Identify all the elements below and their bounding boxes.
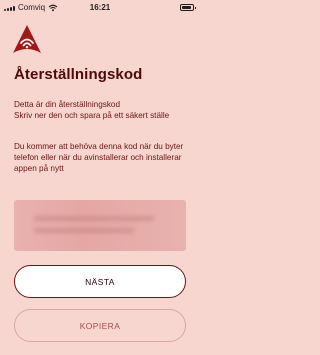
status-right — [180, 4, 196, 11]
intro-text: Detta är din återställningskod Skriv ner… — [14, 99, 194, 121]
recovery-code-line-1 — [34, 216, 154, 221]
status-time: 16:21 — [89, 3, 111, 12]
intro-line-2: Skriv ner den och spara på ett säkert st… — [14, 111, 170, 120]
page-title: Återställningskod — [14, 66, 143, 83]
copy-button[interactable]: KOPIERA — [14, 309, 186, 342]
recovery-code-line-2 — [34, 228, 134, 233]
app-logo-icon — [12, 24, 42, 54]
next-button[interactable]: NÄSTA — [14, 265, 186, 298]
intro-line-1: Detta är din återställningskod — [14, 100, 121, 109]
info-text: Du kommer att behöva denna kod när du by… — [14, 142, 184, 173]
recovery-code-box — [14, 200, 186, 251]
battery-icon — [180, 4, 196, 11]
status-bar: Comviq 16:21 — [0, 0, 200, 16]
